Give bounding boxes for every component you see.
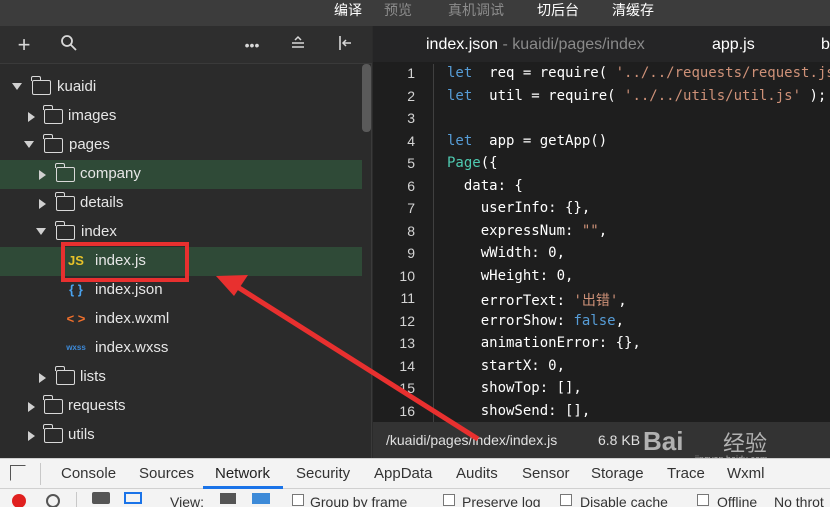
tab-sources[interactable]: Sources [139, 465, 194, 482]
tab-storage[interactable]: Storage [591, 465, 644, 482]
tab-security[interactable]: Security [296, 465, 350, 482]
record-icon[interactable] [12, 494, 26, 507]
waterfall-view-icon[interactable] [252, 493, 270, 504]
tab-appdata[interactable]: AppData [374, 465, 432, 482]
preserve-checkbox[interactable] [443, 494, 455, 506]
group-label: Group by frame [310, 494, 408, 507]
offline-label: Offline [717, 494, 758, 507]
tab-audits[interactable]: Audits [456, 465, 498, 482]
offline-checkbox[interactable] [697, 494, 709, 506]
devtools-tabs: Console Sources Network Security AppData… [0, 459, 830, 489]
preserve-label: Preserve log [462, 494, 541, 507]
divider [76, 492, 77, 507]
devtools-panel: Console Sources Network Security AppData… [0, 458, 830, 507]
throttle-select[interactable]: No throt [774, 494, 824, 507]
tab-sensor[interactable]: Sensor [522, 465, 570, 482]
clear-icon[interactable] [46, 494, 60, 507]
active-tab-indicator [203, 486, 283, 489]
inspect-icon[interactable] [10, 465, 26, 481]
network-toolbar: View: Group by frame Preserve log Disabl… [0, 490, 830, 507]
tab-wxml[interactable]: Wxml [727, 465, 765, 482]
devtools-window: 编译 预览 真机调试 切后台 清缓存 + ••• kuaidi images p… [0, 0, 830, 507]
view-label: View: [170, 494, 204, 507]
divider [40, 463, 41, 485]
camera-icon[interactable] [92, 492, 110, 504]
group-checkbox[interactable] [292, 494, 304, 506]
annotation-arrow [216, 275, 480, 442]
list-view-icon[interactable] [220, 493, 236, 504]
cache-checkbox[interactable] [560, 494, 572, 506]
tab-trace[interactable]: Trace [667, 465, 705, 482]
tab-console[interactable]: Console [61, 465, 116, 482]
cache-label: Disable cache [580, 494, 668, 507]
filter-icon[interactable] [124, 492, 142, 504]
tab-network[interactable]: Network [215, 465, 270, 482]
